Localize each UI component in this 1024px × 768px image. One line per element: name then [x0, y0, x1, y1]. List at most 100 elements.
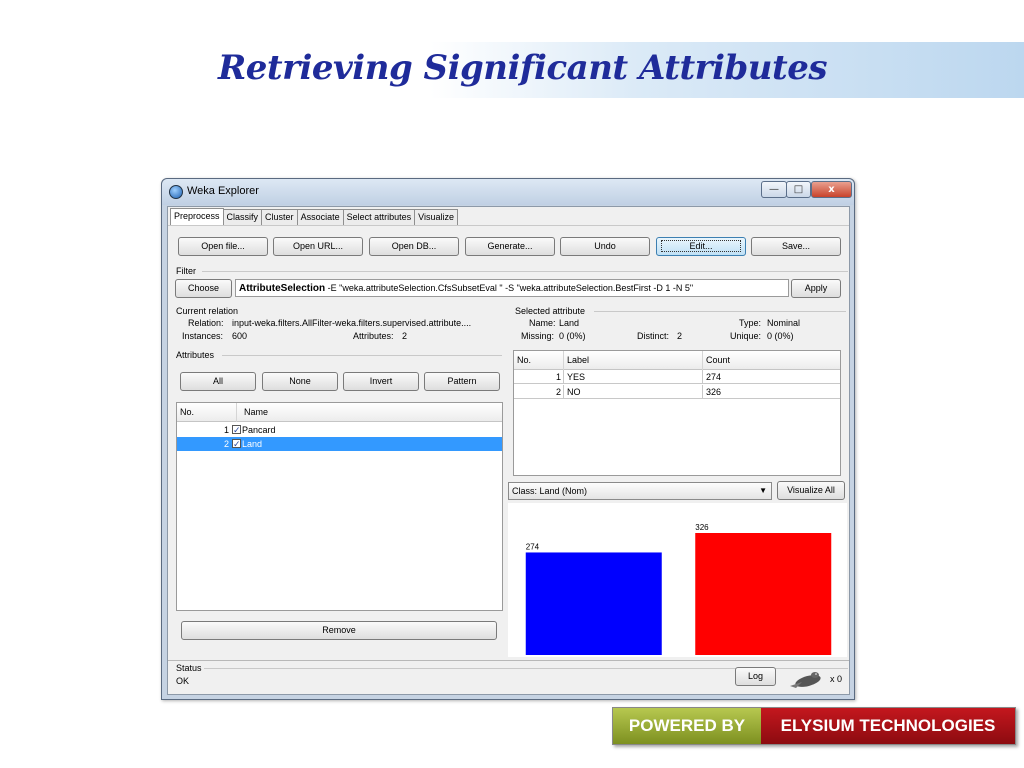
close-button[interactable]: x	[811, 181, 852, 198]
log-button[interactable]: Log	[735, 667, 776, 686]
tab-select-attributes[interactable]: Select attributes	[342, 209, 416, 225]
save-button[interactable]: Save...	[751, 237, 841, 256]
attr-missing-key: Missing:	[521, 331, 555, 341]
filter-options-field[interactable]: AttributeSelection -E "weka.attributeSel…	[235, 279, 789, 297]
generate-button[interactable]: Generate...	[465, 237, 555, 256]
pattern-button[interactable]: Pattern	[424, 372, 500, 391]
select-none-button[interactable]: None	[262, 372, 338, 391]
label-row-label: YES	[565, 370, 703, 384]
powered-by-text: POWERED BY	[613, 708, 761, 744]
instances-value: 600	[232, 331, 248, 341]
window-client-area: Preprocess Classify Cluster Associate Se…	[167, 206, 850, 695]
attr-missing-value: 0 (0%)	[559, 331, 586, 341]
weka-bird-icon[interactable]	[788, 668, 826, 690]
attributes-table: No. Name 1 Pancard 2 Land	[176, 402, 503, 611]
status-label: Status	[176, 663, 202, 673]
tab-divider	[168, 225, 849, 226]
filter-group-line	[202, 271, 848, 272]
attributes-count-value: 2	[402, 331, 408, 341]
attr-name-value: Land	[559, 318, 580, 328]
column-header-label[interactable]: Label	[564, 351, 703, 370]
attr-name-key: Name:	[529, 318, 556, 328]
filter-name: AttributeSelection	[239, 283, 326, 294]
window-titlebar[interactable]: Weka Explorer — □ x	[162, 179, 854, 205]
attributes-count-key: Attributes:	[353, 331, 394, 341]
open-db-button[interactable]: Open DB...	[369, 237, 459, 256]
undo-button[interactable]: Undo	[560, 237, 650, 256]
attr-unique-key: Unique:	[730, 331, 762, 341]
filter-label: Filter	[176, 266, 196, 276]
chevron-down-icon[interactable]: ▼	[759, 483, 767, 499]
selected-attribute-group-line	[594, 311, 846, 312]
checkbox-checked-icon[interactable]	[232, 437, 241, 451]
class-distribution-chart: 274 326	[508, 503, 847, 657]
attr-unique-value: 0 (0%)	[767, 331, 794, 341]
attribute-row[interactable]: 1 Pancard	[177, 423, 502, 437]
label-count-row[interactable]: 1 YES 274	[514, 370, 840, 384]
label-count-row[interactable]: 2 NO 326	[514, 385, 840, 399]
powered-by-badge: POWERED BY ELYSIUM TECHNOLOGIES	[612, 707, 1016, 745]
choose-filter-button[interactable]: Choose	[175, 279, 232, 298]
class-distribution-svg: 274 326	[525, 523, 832, 655]
relation-key: Relation:	[188, 318, 224, 328]
minimize-button[interactable]: —	[761, 181, 787, 198]
tab-cluster[interactable]: Cluster	[261, 209, 298, 225]
column-header-name[interactable]: Name	[241, 403, 502, 422]
company-name: ELYSIUM TECHNOLOGIES	[761, 708, 1015, 744]
remove-button[interactable]: Remove	[181, 621, 497, 640]
maximize-button[interactable]: □	[786, 181, 811, 198]
weka-explorer-window: Weka Explorer — □ x Preprocess Classify …	[161, 178, 855, 700]
label-counts-header: No. Label Count	[514, 351, 840, 370]
tab-bar: Preprocess Classify Cluster Associate Se…	[170, 208, 458, 225]
open-file-button[interactable]: Open file...	[178, 237, 268, 256]
invert-selection-button[interactable]: Invert	[343, 372, 419, 391]
attribute-row-name-cell: Land	[230, 437, 490, 451]
bar-value-label: 326	[695, 523, 709, 532]
label-row-count: 326	[706, 387, 722, 397]
selected-attribute-label: Selected attribute	[515, 306, 586, 316]
attribute-row-no: 2	[223, 439, 229, 449]
attributes-table-header: No. Name	[177, 403, 502, 422]
bar-value-label: 274	[526, 542, 540, 551]
column-header-no[interactable]: No.	[177, 403, 237, 422]
visualize-all-button[interactable]: Visualize All	[777, 481, 845, 500]
tab-preprocess[interactable]: Preprocess	[170, 208, 224, 225]
task-count: x 0	[830, 674, 843, 684]
tab-associate[interactable]: Associate	[296, 209, 344, 225]
attribute-row-selected[interactable]: 2 Land	[177, 437, 502, 451]
weka-app-icon	[169, 185, 183, 199]
checkbox-checked-icon[interactable]	[232, 423, 241, 437]
bar-yes	[525, 552, 662, 655]
attribute-row-name: Land	[242, 439, 263, 449]
attributes-label: Attributes	[176, 350, 215, 360]
attribute-row-no: 1	[223, 425, 229, 435]
status-text: OK	[176, 676, 190, 686]
current-relation-label: Current relation	[176, 306, 239, 316]
label-row-no: 2	[514, 385, 564, 399]
attr-type-key: Type:	[739, 318, 762, 328]
bar-no	[695, 533, 832, 655]
window-title: Weka Explorer	[187, 185, 259, 197]
open-url-button[interactable]: Open URL...	[273, 237, 363, 256]
label-row-label: NO	[565, 385, 703, 399]
attr-distinct-value: 2	[677, 331, 683, 341]
select-all-button[interactable]: All	[180, 372, 256, 391]
relation-value: input-weka.filters.AllFilter-weka.filter…	[232, 318, 472, 328]
class-select-value: Class: Land (Nom)	[512, 486, 588, 496]
column-header-no[interactable]: No.	[514, 351, 564, 370]
tab-classify[interactable]: Classify	[222, 209, 263, 225]
column-header-count[interactable]: Count	[703, 351, 840, 370]
attr-type-value: Nominal	[767, 318, 801, 328]
class-attribute-select[interactable]: Class: Land (Nom) ▼	[508, 482, 772, 500]
attribute-row-name: Pancard	[242, 425, 276, 435]
label-row-no: 1	[514, 370, 564, 384]
tab-visualize[interactable]: Visualize	[414, 209, 458, 225]
filter-options-text: -E "weka.attributeSelection.CfsSubsetEva…	[325, 283, 694, 293]
slide-title: Retrieving Significant Attributes	[218, 48, 827, 88]
attr-distinct-key: Distinct:	[637, 331, 670, 341]
apply-button[interactable]: Apply	[791, 279, 841, 298]
status-divider	[168, 660, 849, 661]
label-row-count: 274	[706, 372, 722, 382]
instances-key: Instances:	[182, 331, 224, 341]
edit-button[interactable]: Edit...	[656, 237, 746, 256]
